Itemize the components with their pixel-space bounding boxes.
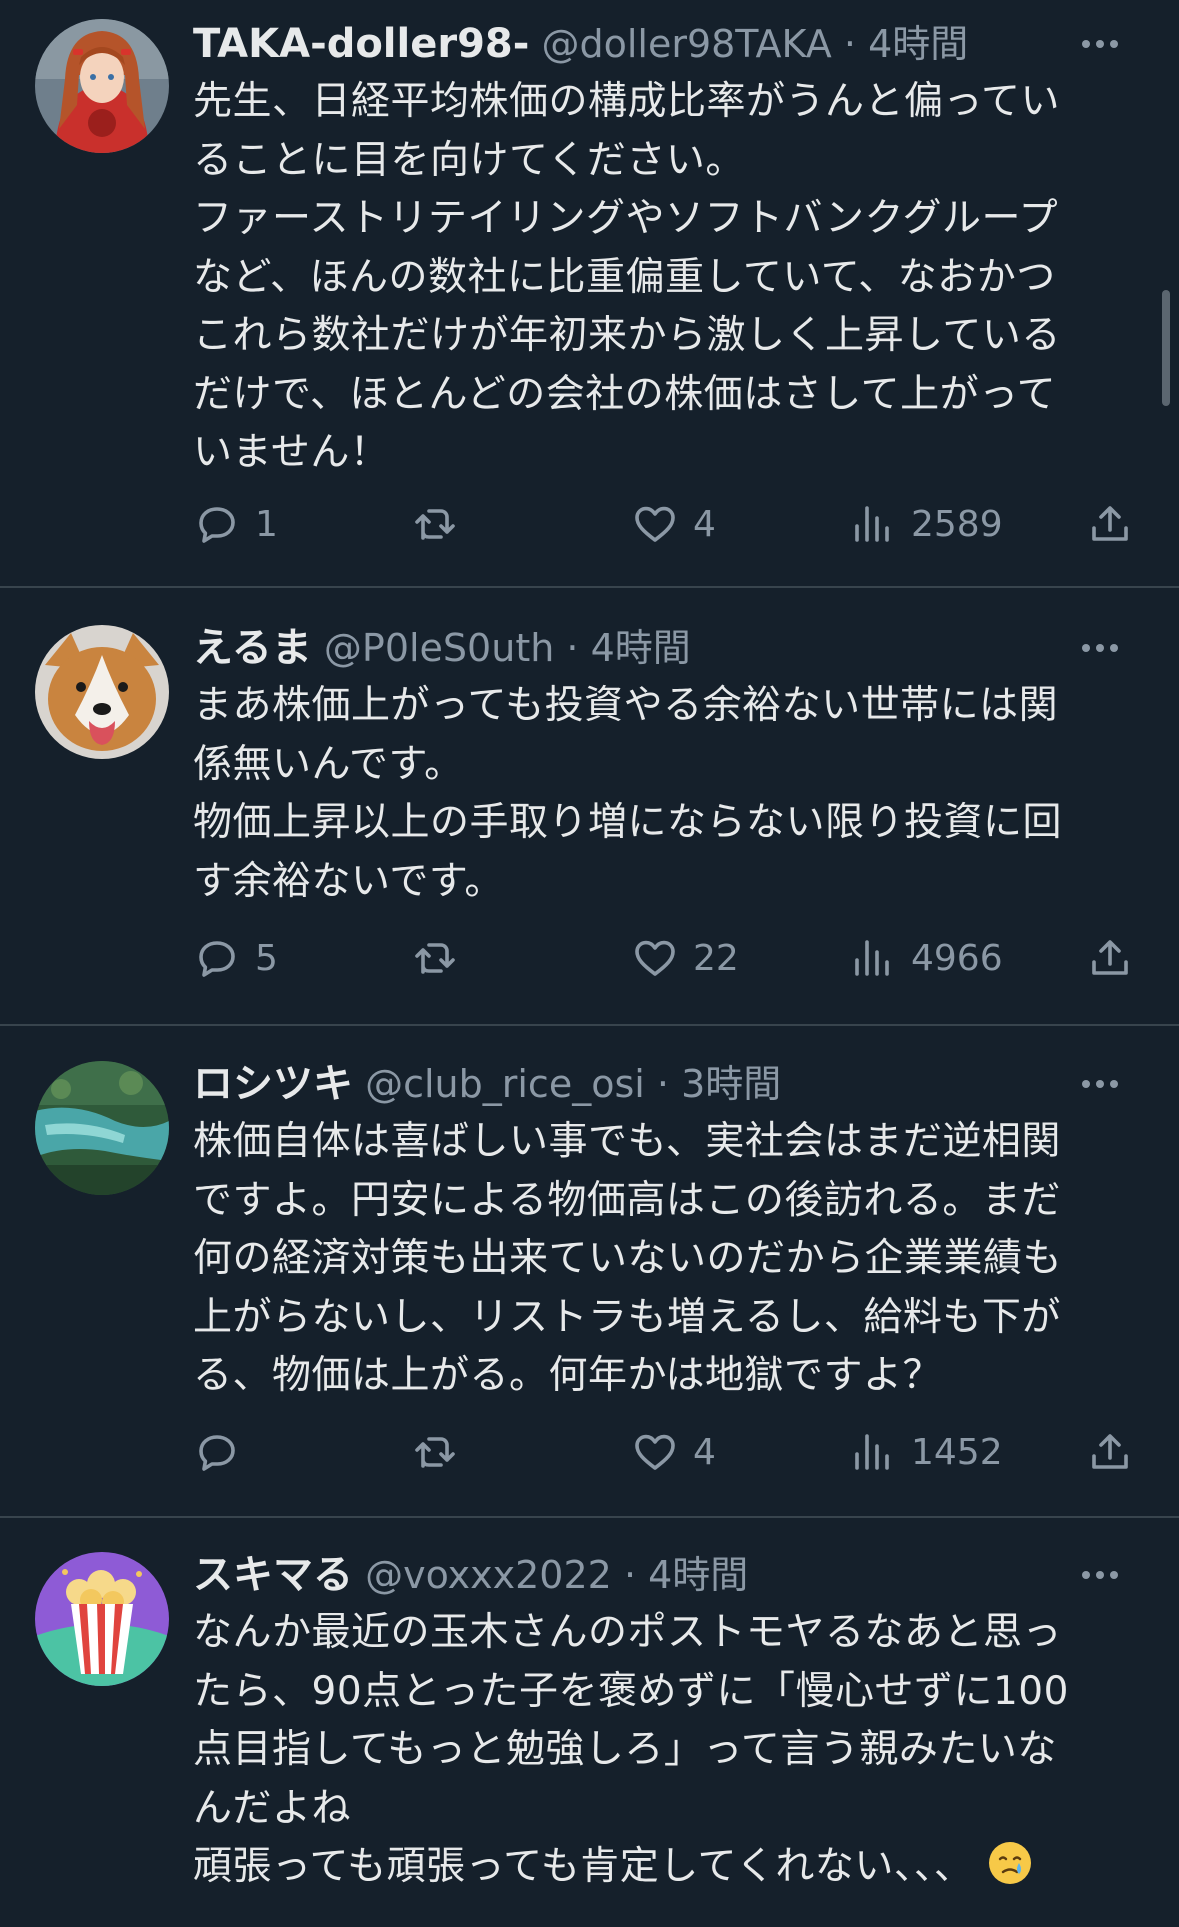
user-handle[interactable]: @voxxx2022 [365, 1553, 612, 1597]
avatar[interactable] [35, 19, 169, 153]
retweet-icon [415, 943, 455, 974]
user-handle[interactable]: @P0leS0uth [324, 626, 554, 670]
tweet[interactable]: スキマる @voxxx2022 · 4時間 なんか最近の玉木さんのポストモヤるな… [0, 1518, 1179, 1927]
reply-icon [199, 941, 235, 977]
views-count: 1452 [911, 1431, 1003, 1473]
views-count: 4966 [911, 937, 1003, 979]
reply-button[interactable]: 5 [193, 928, 278, 988]
share-icon [1092, 1434, 1128, 1469]
tweet[interactable]: えるま @P0leS0uth · 4時間 まあ株価上がっても投資やる余裕ない世帯… [0, 588, 1179, 1026]
reply-count: 5 [255, 937, 278, 979]
heart-icon [635, 940, 675, 976]
separator: · [656, 1062, 669, 1106]
popcorn-avatar [35, 1552, 169, 1686]
heart-icon [635, 506, 675, 542]
tweet[interactable]: TAKA-doller98- @doller98TAKA · 4時間 先生、日経… [0, 0, 1179, 588]
timestamp[interactable]: 4時間 [648, 1553, 748, 1597]
display-name[interactable]: スキマる [193, 1552, 353, 1598]
user-handle[interactable]: @doller98TAKA [541, 22, 831, 66]
share-button[interactable] [1086, 494, 1134, 554]
views-button[interactable]: 4966 [849, 928, 1003, 988]
reply-button[interactable]: 1 [193, 494, 278, 554]
tweet-header: スキマる @voxxx2022 · 4時間 [193, 1546, 1128, 1604]
like-button[interactable]: 22 [631, 928, 739, 988]
more-icon[interactable] [1072, 15, 1128, 73]
user-handle[interactable]: @club_rice_osi [365, 1062, 645, 1106]
share-icon [1092, 506, 1128, 541]
nature-water-avatar [35, 1061, 169, 1195]
reply-icon [199, 1435, 235, 1471]
like-count: 4 [693, 503, 716, 545]
tweet-header: ロシツキ @club_rice_osi · 3時間 [193, 1055, 1128, 1113]
tweet-content: スキマる @voxxx2022 · 4時間 なんか最近の玉木さんのポストモヤるな… [193, 1546, 1128, 1897]
retweet-button[interactable] [411, 494, 473, 554]
display-name[interactable]: えるま [193, 625, 312, 671]
timeline: TAKA-doller98- @doller98TAKA · 4時間 先生、日経… [0, 0, 1179, 1927]
reply-count: 1 [255, 503, 278, 545]
reply-icon [199, 507, 235, 543]
tweet-header: TAKA-doller98- @doller98TAKA · 4時間 [193, 15, 1128, 73]
like-count: 4 [693, 1431, 716, 1473]
more-icon[interactable] [1072, 1546, 1128, 1604]
separator: · [566, 626, 579, 670]
retweet-icon [415, 1437, 455, 1468]
avatar[interactable] [35, 1552, 169, 1686]
avatar[interactable] [35, 1061, 169, 1195]
scrollbar[interactable] [1162, 290, 1170, 406]
crying-face-emoji [989, 1842, 1032, 1884]
share-button[interactable] [1086, 928, 1134, 988]
views-icon [855, 940, 889, 976]
share-button[interactable] [1086, 1422, 1134, 1482]
display-name[interactable]: ロシツキ [193, 1061, 353, 1107]
retweet-button[interactable] [411, 928, 473, 988]
views-button[interactable]: 2589 [849, 494, 1003, 554]
separator: · [843, 22, 856, 66]
tweet-content: ロシツキ @club_rice_osi · 3時間 株価自体は喜ばしい事でも、実… [193, 1055, 1128, 1406]
more-icon[interactable] [1072, 619, 1128, 677]
avatar[interactable] [35, 625, 169, 759]
corgi-dog-avatar [35, 625, 169, 759]
timestamp[interactable]: 4時間 [591, 626, 691, 670]
retweet-icon [415, 509, 455, 540]
separator: · [623, 1553, 637, 1597]
timestamp[interactable]: 4時間 [868, 22, 968, 66]
views-icon [855, 506, 889, 542]
share-icon [1092, 940, 1128, 975]
tweet-content: TAKA-doller98- @doller98TAKA · 4時間 先生、日経… [193, 15, 1128, 483]
more-icon[interactable] [1072, 1055, 1128, 1113]
timestamp[interactable]: 3時間 [681, 1062, 781, 1106]
tweet-header: えるま @P0leS0uth · 4時間 [193, 619, 1128, 677]
anime-character-avatar [35, 19, 169, 153]
tweet-content: えるま @P0leS0uth · 4時間 まあ株価上がっても投資やる余裕ない世帯… [193, 619, 1128, 911]
like-count: 22 [693, 937, 739, 979]
tweet-actions: 5 22 4966 [193, 928, 1143, 988]
tweet-actions: 1 4 2589 [193, 494, 1143, 554]
tweet[interactable]: ロシツキ @club_rice_osi · 3時間 株価自体は喜ばしい事でも、実… [0, 1026, 1179, 1518]
tweet-text: 株価自体は喜ばしい事でも、実社会はまだ逆相関 ですよ。円安による物価高はこの後訪… [193, 1119, 1063, 1398]
tweet-actions: 4 1452 [193, 1422, 1143, 1482]
retweet-button[interactable] [411, 1422, 473, 1482]
views-button[interactable]: 1452 [849, 1422, 1003, 1482]
views-icon [855, 1434, 889, 1470]
heart-icon [635, 1434, 675, 1470]
tweet-text: まあ株価上がっても投資やる余裕ない世帯には関 係無いんです。 物価上昇以上の手取… [193, 683, 1063, 904]
views-count: 2589 [911, 503, 1003, 545]
tweet-text-body: なんか最近の玉木さんのポストモヤるなあと思っ たら、90点とった子を褒めずに「慢… [193, 1610, 1069, 1889]
display-name[interactable]: TAKA-doller98- [193, 21, 529, 67]
like-button[interactable]: 4 [631, 1422, 716, 1482]
tweet-text: 先生、日経平均株価の構成比率がうんと偏ってい ることに目を向けてください。 ファ… [193, 79, 1061, 475]
tweet-text: なんか最近の玉木さんのポストモヤるなあと思っ たら、90点とった子を褒めずに「慢… [193, 1604, 1128, 1897]
like-button[interactable]: 4 [631, 494, 716, 554]
reply-button[interactable] [193, 1422, 255, 1482]
